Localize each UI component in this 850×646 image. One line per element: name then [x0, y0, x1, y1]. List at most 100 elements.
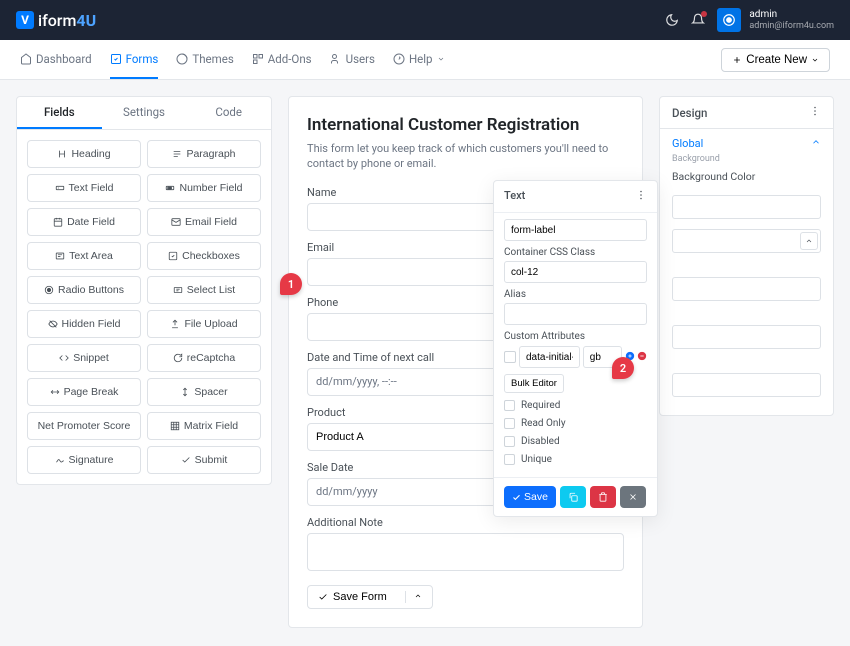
chevron-up-icon[interactable] [800, 232, 818, 250]
field-net-promoter-score[interactable]: Net Promoter Score [27, 412, 141, 440]
alias-input[interactable] [504, 303, 647, 325]
tab-code[interactable]: Code [186, 97, 271, 129]
form-title: International Customer Registration [307, 115, 624, 135]
nav-themes[interactable]: Themes [176, 40, 233, 79]
field-file-upload[interactable]: File Upload [147, 310, 261, 338]
chevron-down-icon [437, 55, 445, 63]
field-properties-popover: Text Container CSS Class Alias Custom At… [493, 180, 658, 517]
admin-email: admin@iform4u.com [749, 21, 834, 32]
custom-attr-label: Custom Attributes [504, 331, 647, 342]
field-select-list[interactable]: Select List [147, 276, 261, 304]
container-css-label: Container CSS Class [504, 247, 647, 258]
field-submit[interactable]: Submit [147, 446, 261, 474]
popover-copy-button[interactable] [560, 486, 586, 508]
field-paragraph[interactable]: Paragraph [147, 140, 261, 168]
background-subtitle: Background [672, 154, 821, 164]
admin-menu[interactable]: admin admin@iform4u.com [717, 8, 834, 32]
checkbox[interactable] [504, 454, 515, 465]
field-page-break[interactable]: Page Break [27, 378, 141, 406]
logo[interactable]: V iform4U [16, 11, 96, 30]
field-radio-buttons[interactable]: Radio Buttons [27, 276, 141, 304]
form-description: This form let you keep track of which cu… [307, 141, 624, 172]
bg-color-label: Background Color [672, 170, 821, 183]
design-input[interactable] [672, 373, 821, 397]
nav-dashboard[interactable]: Dashboard [20, 40, 92, 79]
chevron-up-icon [811, 137, 821, 147]
field-email-field[interactable]: Email Field [147, 208, 261, 236]
field-spacer[interactable]: Spacer [147, 378, 261, 406]
popover-save-button[interactable]: Save [504, 486, 556, 508]
checkbox[interactable] [504, 418, 515, 429]
design-header: Design [660, 97, 833, 129]
check-icon [512, 493, 521, 502]
nav-users[interactable]: Users [330, 40, 375, 79]
plus-icon [732, 55, 742, 65]
field-text-field[interactable]: Text Field [27, 174, 141, 202]
trash-icon [598, 492, 608, 502]
attr-checkbox[interactable] [504, 351, 516, 363]
logo-mark: V [16, 11, 34, 29]
check-required[interactable]: Required [504, 400, 647, 411]
left-panel: Fields Settings Code HeadingParagraphTex… [16, 96, 272, 485]
kebab-icon[interactable] [635, 189, 647, 204]
left-tabs: Fields Settings Code [17, 97, 271, 130]
check-icon [318, 592, 328, 602]
field-signature[interactable]: Signature [27, 446, 141, 474]
check-unique[interactable]: Unique [504, 454, 647, 465]
label-note: Additional Note [307, 516, 624, 529]
notification-dot [701, 11, 707, 17]
field-date-field[interactable]: Date Field [27, 208, 141, 236]
logo-text: iform4U [38, 11, 96, 30]
checkbox[interactable] [504, 400, 515, 411]
workspace: Fields Settings Code HeadingParagraphTex… [0, 80, 850, 644]
attr-key-input[interactable] [519, 346, 580, 368]
field-text-area[interactable]: Text Area [27, 242, 141, 270]
admin-text: admin admin@iform4u.com [749, 9, 834, 32]
bulk-editor-button[interactable]: Bulk Editor [504, 374, 564, 393]
checkbox[interactable] [504, 436, 515, 447]
container-css-input[interactable] [504, 261, 647, 283]
callout-1: 1 [280, 273, 302, 295]
design-input[interactable] [672, 229, 821, 253]
svg-text:123: 123 [168, 187, 173, 190]
callout-2: 2 [612, 357, 634, 379]
kebab-icon[interactable] [809, 105, 821, 120]
field-number-field[interactable]: 123Number Field [147, 174, 261, 202]
remove-attr-icon[interactable] [637, 350, 647, 365]
field-grid: HeadingParagraphText Field123Number Fiel… [17, 130, 271, 484]
field-checkboxes[interactable]: Checkboxes [147, 242, 261, 270]
input-note[interactable] [307, 533, 624, 571]
check-disabled[interactable]: Disabled [504, 436, 647, 447]
caret-up-icon[interactable] [405, 591, 422, 603]
label-css-input[interactable] [504, 219, 647, 241]
field-hidden-field[interactable]: Hidden Field [27, 310, 141, 338]
field-heading[interactable]: Heading [27, 140, 141, 168]
tab-settings[interactable]: Settings [102, 97, 187, 129]
check-read-only[interactable]: Read Only [504, 418, 647, 429]
popover-close-button[interactable] [620, 486, 646, 508]
field-recaptcha[interactable]: reCaptcha [147, 344, 261, 372]
field-matrix-field[interactable]: Matrix Field [147, 412, 261, 440]
admin-name: admin [749, 9, 834, 21]
dark-mode-icon[interactable] [665, 13, 679, 27]
nav-addons[interactable]: Add-Ons [252, 40, 312, 79]
design-panel: Design Global Background Background Colo… [659, 96, 834, 416]
tab-fields[interactable]: Fields [17, 97, 102, 129]
save-form-button[interactable]: Save Form [307, 585, 433, 609]
nav-forms[interactable]: Forms [110, 40, 159, 79]
copy-icon [568, 492, 578, 502]
create-new-button[interactable]: Create New [721, 48, 830, 72]
chevron-down-icon [811, 56, 819, 64]
avatar [717, 8, 741, 32]
design-input[interactable] [672, 195, 821, 219]
global-section[interactable]: Global [672, 137, 821, 150]
field-snippet[interactable]: Snippet [27, 344, 141, 372]
nav-help[interactable]: Help [393, 40, 445, 79]
bell-icon[interactable] [691, 13, 705, 27]
design-input[interactable] [672, 325, 821, 349]
design-input[interactable] [672, 277, 821, 301]
topbar-right: admin admin@iform4u.com [665, 8, 834, 32]
popover-delete-button[interactable] [590, 486, 616, 508]
navbar: Dashboard Forms Themes Add-Ons Users Hel… [0, 40, 850, 80]
close-icon [628, 492, 638, 502]
